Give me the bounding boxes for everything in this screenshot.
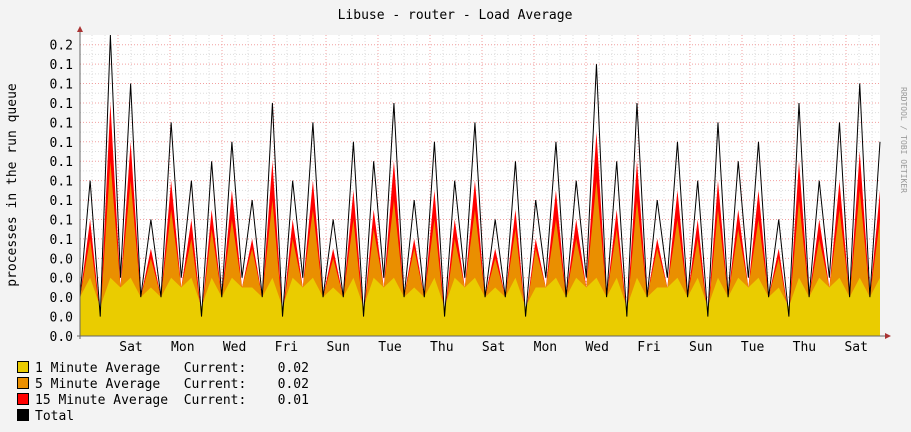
x-tick-label: Sun xyxy=(326,340,349,355)
y-axis-arrow-icon xyxy=(77,26,83,32)
y-tick-label: 0.1 xyxy=(50,136,73,151)
watermark: RRDTOOL / TOBI OETIKER xyxy=(899,87,908,193)
legend-current-value: Current: 0.02 xyxy=(175,377,309,392)
x-tick-label: Fri xyxy=(637,340,660,355)
y-tick-label: 0.1 xyxy=(50,213,73,228)
y-tick-label: 0.1 xyxy=(50,233,73,248)
y-tick-label: 0.1 xyxy=(50,97,73,112)
chart-title: Libuse - router - Load Average xyxy=(338,8,573,23)
x-tick-label: Tue xyxy=(741,340,765,355)
legend-item: 5 Minute Average Current: 0.02 xyxy=(17,377,309,392)
legend-item: Total xyxy=(17,409,176,424)
y-tick-label: 0.2 xyxy=(50,39,73,54)
x-tick-label: Wed xyxy=(223,340,246,355)
x-tick-label: Wed xyxy=(585,340,608,355)
y-axis-label: processes in the run queue xyxy=(5,83,20,287)
legend-swatch xyxy=(17,393,29,405)
y-tick-label: 0.0 xyxy=(50,311,73,326)
y-tick-label: 0.1 xyxy=(50,116,73,131)
y-tick-label: 0.1 xyxy=(50,78,73,93)
y-tick-label: 0.0 xyxy=(50,291,73,306)
legend-label: 1 Minute Average xyxy=(35,361,176,376)
y-tick-label: 0.0 xyxy=(50,252,73,267)
y-tick-label: 0.1 xyxy=(50,194,73,209)
rrd-chart: Libuse - router - Load Average processes… xyxy=(0,0,911,432)
legend-item: 1 Minute Average Current: 0.02 xyxy=(17,361,309,376)
x-tick-label: Fri xyxy=(275,340,298,355)
x-tick-label: Mon xyxy=(534,340,557,355)
y-tick-label: 0.0 xyxy=(50,272,73,287)
x-tick-label: Tue xyxy=(378,340,402,355)
legend-swatch xyxy=(17,377,29,389)
x-tick-label: Thu xyxy=(430,340,453,355)
legend-swatch xyxy=(17,409,29,421)
legend-label: 5 Minute Average xyxy=(35,377,176,392)
x-axis-arrow-icon xyxy=(885,333,891,339)
legend-current-value: Current: 0.01 xyxy=(175,393,309,408)
x-tick-label: Sat xyxy=(844,340,867,355)
x-tick-label: Mon xyxy=(171,340,194,355)
y-tick-label: 0.1 xyxy=(50,155,73,170)
y-tick-label: 0.1 xyxy=(50,175,73,190)
legend-label: Total xyxy=(35,409,176,424)
legend-swatch xyxy=(17,361,29,373)
legend-item: 15 Minute Average Current: 0.01 xyxy=(17,393,309,408)
legend-current-value: Current: 0.02 xyxy=(175,361,309,376)
legend-label: 15 Minute Average xyxy=(35,393,176,408)
x-tick-label: Thu xyxy=(793,340,816,355)
x-tick-label: Sat xyxy=(482,340,505,355)
y-tick-label: 0.0 xyxy=(50,330,73,345)
x-tick-label: Sun xyxy=(689,340,712,355)
x-tick-label: Sat xyxy=(119,340,142,355)
y-tick-label: 0.1 xyxy=(50,58,73,73)
